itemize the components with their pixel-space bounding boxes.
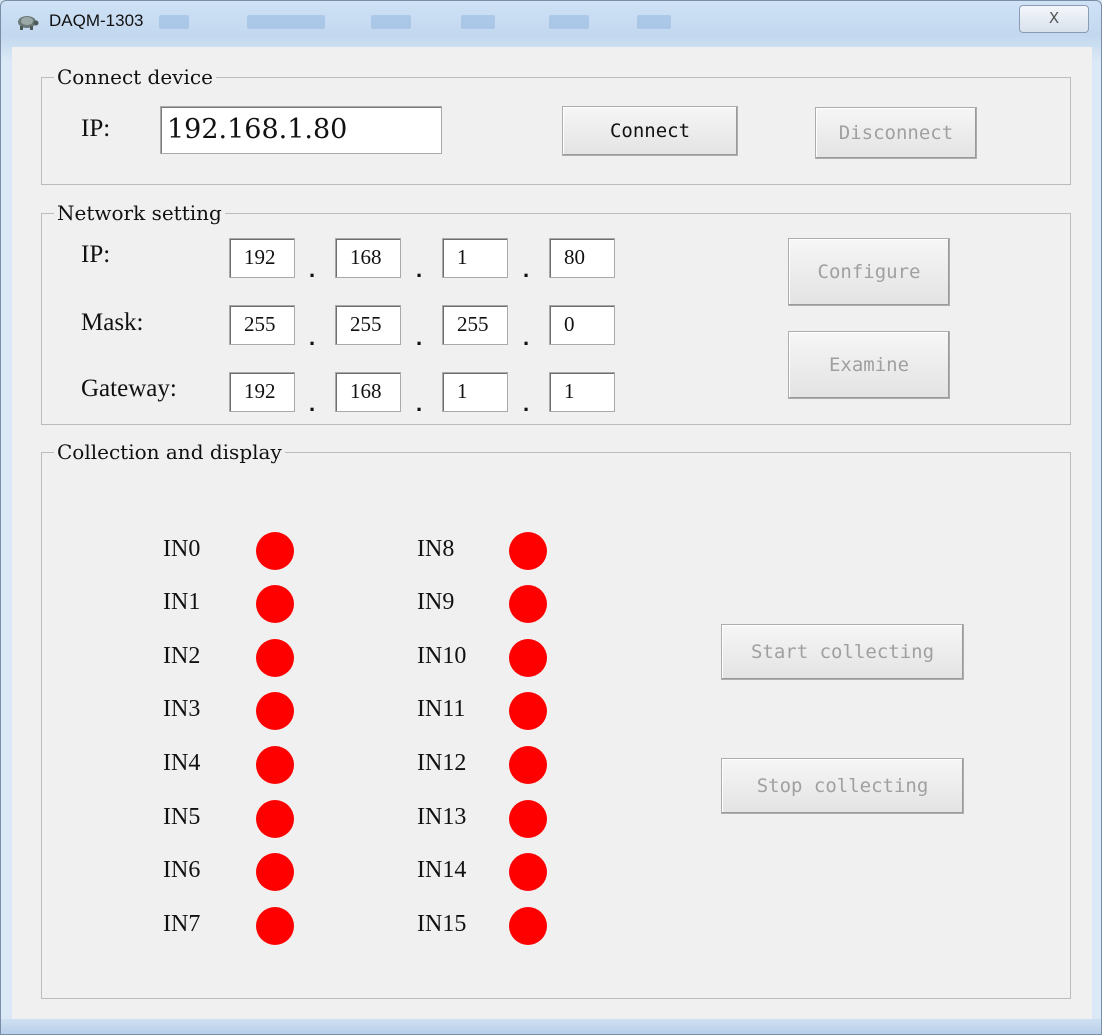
led-in11 [509, 692, 547, 730]
led-in13 [509, 800, 547, 838]
input-label-in8: IN8 [417, 536, 455, 562]
window-bottom-border [1, 1019, 1101, 1034]
connect-ip-field[interactable]: 192.168.1.80 [160, 106, 442, 154]
led-in1 [256, 585, 294, 623]
gateway-octet-3[interactable]: 1 [442, 372, 508, 412]
mask-separator: . [309, 325, 316, 350]
title-blur [461, 15, 495, 29]
network-setting-label: Network setting [54, 202, 225, 224]
examine-button[interactable]: Examine [788, 331, 950, 399]
mask-octet-1[interactable]: 255 [229, 305, 295, 345]
title-blur [637, 15, 671, 29]
close-icon: X [1048, 9, 1060, 27]
ip-separator: . [523, 257, 530, 282]
led-in2 [256, 639, 294, 677]
mask-octet-4[interactable]: 0 [549, 305, 615, 345]
led-in8 [509, 532, 547, 570]
gateway-octet-4[interactable]: 1 [549, 372, 615, 412]
network-gateway-label: Gateway: [81, 375, 177, 402]
ip-octet-3[interactable]: 1 [442, 238, 508, 278]
app-window: DAQM-1303 X Connect device IP: 192.168.1… [0, 0, 1102, 1035]
led-in10 [509, 639, 547, 677]
mask-separator: . [416, 325, 423, 350]
dialog-client-area: Connect device IP: 192.168.1.80 Connect … [12, 47, 1092, 1019]
ip-octet-4[interactable]: 80 [549, 238, 615, 278]
ip-separator: . [309, 257, 316, 282]
led-in4 [256, 746, 294, 784]
gateway-octet-1[interactable]: 192 [229, 372, 295, 412]
gateway-separator: . [523, 391, 530, 416]
window-title: DAQM-1303 [49, 11, 144, 30]
network-ip-label: IP: [81, 241, 111, 268]
input-label-in12: IN12 [417, 750, 467, 776]
input-label-in6: IN6 [163, 857, 201, 883]
title-blur [247, 15, 325, 29]
connect-device-label: Connect device [54, 66, 216, 88]
title-blur [371, 15, 411, 29]
ip-octet-1[interactable]: 192 [229, 238, 295, 278]
input-label-in15: IN15 [417, 911, 467, 937]
input-label-in2: IN2 [163, 643, 201, 669]
gateway-separator: . [416, 391, 423, 416]
start-collecting-button[interactable]: Start collecting [721, 624, 964, 680]
mask-octet-3[interactable]: 255 [442, 305, 508, 345]
led-in6 [256, 853, 294, 891]
led-in5 [256, 800, 294, 838]
gateway-separator: . [309, 391, 316, 416]
stop-collecting-button[interactable]: Stop collecting [721, 758, 964, 814]
led-in12 [509, 746, 547, 784]
led-in9 [509, 585, 547, 623]
led-in7 [256, 907, 294, 945]
tortoise-icon [18, 16, 39, 30]
led-in3 [256, 692, 294, 730]
input-label-in3: IN3 [163, 696, 201, 722]
disconnect-button[interactable]: Disconnect [815, 107, 977, 159]
mask-separator: . [523, 325, 530, 350]
gateway-octet-2[interactable]: 168 [335, 372, 401, 412]
configure-button[interactable]: Configure [788, 238, 950, 306]
connect-ip-label: IP: [81, 115, 111, 142]
input-label-in10: IN10 [417, 643, 467, 669]
collection-display-label: Collection and display [54, 441, 285, 463]
input-label-in13: IN13 [417, 804, 467, 830]
title-blur [549, 15, 589, 29]
ip-octet-2[interactable]: 168 [335, 238, 401, 278]
input-label-in4: IN4 [163, 750, 201, 776]
input-label-in1: IN1 [163, 589, 201, 615]
input-label-in11: IN11 [417, 696, 466, 722]
led-in15 [509, 907, 547, 945]
led-in0 [256, 532, 294, 570]
title-blur [159, 15, 189, 29]
title-bar[interactable]: DAQM-1303 X [1, 1, 1101, 45]
input-label-in9: IN9 [417, 589, 455, 615]
close-button[interactable]: X [1019, 5, 1089, 33]
connect-button[interactable]: Connect [562, 106, 738, 156]
input-label-in7: IN7 [163, 911, 201, 937]
input-label-in5: IN5 [163, 804, 201, 830]
ip-separator: . [416, 257, 423, 282]
mask-octet-2[interactable]: 255 [335, 305, 401, 345]
led-in14 [509, 853, 547, 891]
network-mask-label: Mask: [81, 309, 144, 336]
input-label-in0: IN0 [163, 536, 201, 562]
input-label-in14: IN14 [417, 857, 467, 883]
